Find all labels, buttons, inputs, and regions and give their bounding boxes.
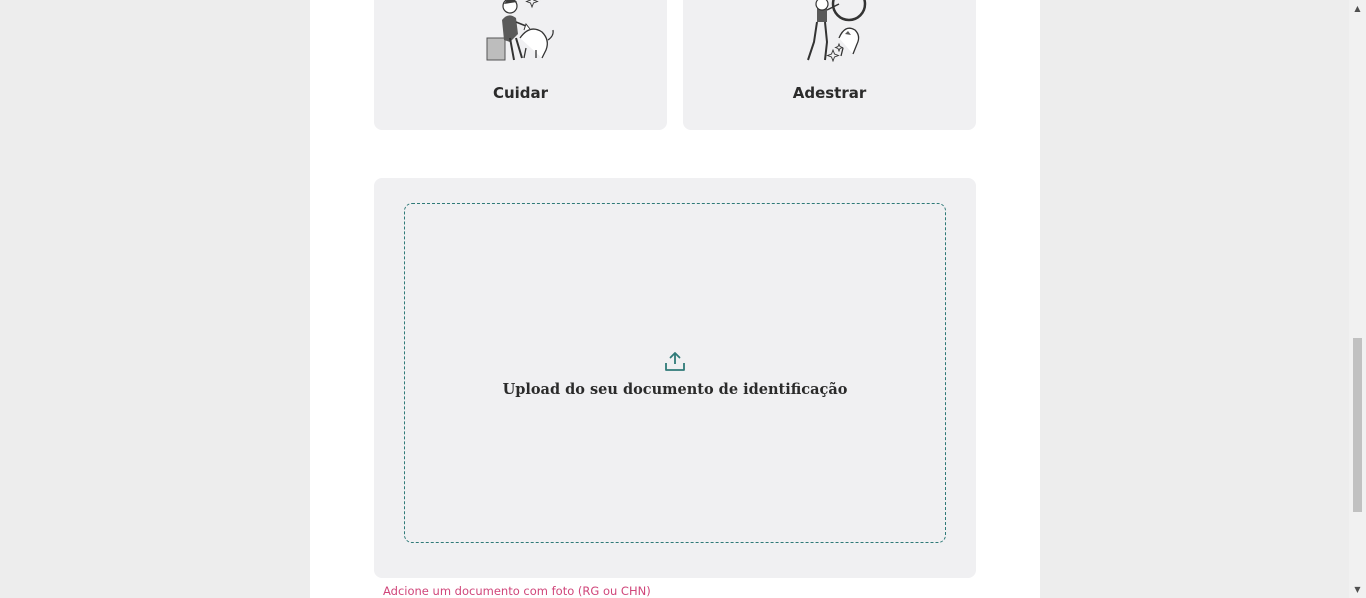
document-upload-dropzone[interactable]: Upload do seu documento de identificação bbox=[404, 203, 946, 543]
scrollbar-thumb[interactable] bbox=[1353, 338, 1362, 512]
service-card-cuidar[interactable]: Cuidar bbox=[374, 0, 667, 130]
service-card-adestrar[interactable]: Adestrar bbox=[683, 0, 976, 130]
vertical-scrollbar[interactable]: ▲ ▼ bbox=[1349, 0, 1366, 598]
scroll-down-button[interactable]: ▼ bbox=[1349, 581, 1366, 598]
upload-label: Upload do seu documento de identificação bbox=[502, 381, 848, 398]
card-label-cuidar: Cuidar bbox=[492, 84, 549, 102]
scroll-up-button[interactable]: ▲ bbox=[1349, 0, 1366, 17]
upload-icon bbox=[665, 352, 685, 371]
page-content: Cuidar Adestrar Upload do seu documento … bbox=[310, 0, 1040, 598]
person-petting-dog-illustration bbox=[486, 0, 554, 61]
card-label-adestrar: Adestrar bbox=[792, 84, 867, 102]
document-upload-panel: Upload do seu documento de identificação bbox=[374, 178, 976, 578]
upload-hint-text: Adcione um documento com foto (RG ou CHN… bbox=[383, 584, 651, 598]
person-training-dog-illustration bbox=[807, 0, 867, 62]
